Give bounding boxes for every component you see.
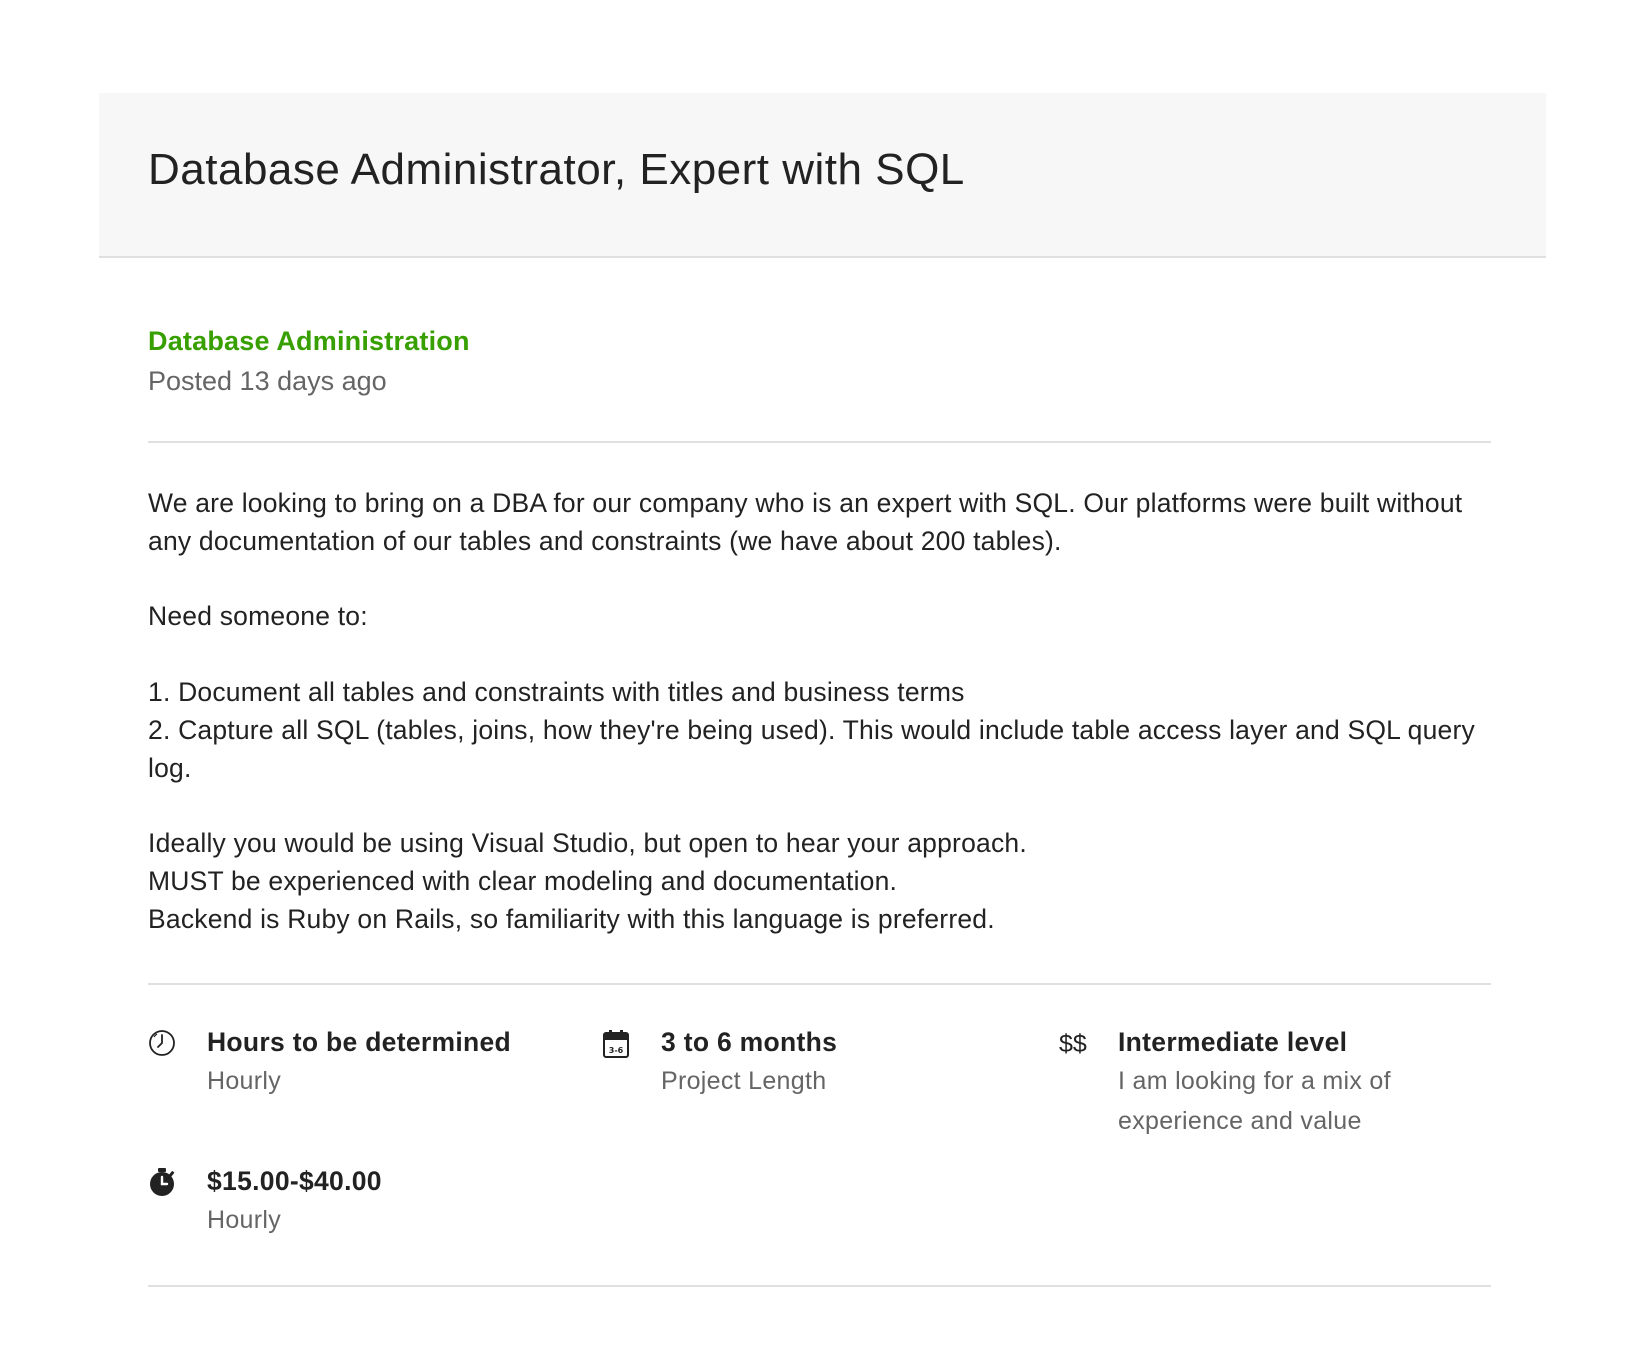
calendar-icon-label: 3-6 bbox=[609, 1046, 624, 1055]
job-content: Database Administration Posted 13 days a… bbox=[99, 324, 1546, 1287]
divider bbox=[148, 441, 1491, 443]
divider bbox=[148, 1284, 1491, 1287]
dollar-icon: $$ bbox=[1059, 1025, 1118, 1141]
job-details-card: Database Administrator, Expert with SQL … bbox=[99, 93, 1546, 1287]
feature-hours-sub: Hourly bbox=[207, 1066, 282, 1095]
job-description: We are looking to bring on a DBA for our… bbox=[148, 488, 1475, 934]
feature-rate-title: $15.00-$40.00 bbox=[207, 1165, 382, 1196]
clock-icon bbox=[148, 1025, 207, 1101]
stopwatch-icon bbox=[148, 1164, 207, 1240]
feature-level-title: Intermediate level bbox=[1118, 1026, 1348, 1057]
feature-length-sub: Project Length bbox=[661, 1066, 827, 1095]
posted-date: Posted 13 days ago bbox=[148, 366, 387, 396]
job-header: Database Administrator, Expert with SQL bbox=[99, 93, 1546, 258]
feature-length: 3-6 3 to 6 months Project Length bbox=[602, 1025, 837, 1101]
feature-hours-title: Hours to be determined bbox=[207, 1026, 512, 1057]
dollar-icon-label: $$ bbox=[1059, 1029, 1087, 1058]
feature-rate: $15.00-$40.00 Hourly bbox=[148, 1164, 382, 1240]
job-features: Hours to be determined Hourly 3-6 3 to 6… bbox=[148, 985, 1491, 1285]
feature-length-title: 3 to 6 months bbox=[661, 1026, 838, 1057]
feature-hours: Hours to be determined Hourly bbox=[148, 1025, 511, 1101]
calendar-icon: 3-6 bbox=[602, 1025, 661, 1101]
job-category-link[interactable]: Database Administration bbox=[148, 324, 1491, 358]
job-title: Database Administrator, Expert with SQL bbox=[148, 144, 965, 194]
feature-rate-sub: Hourly bbox=[207, 1205, 282, 1234]
feature-level: $$ Intermediate level I am looking for a… bbox=[1059, 1025, 1459, 1141]
feature-level-sub: I am looking for a mix of experience and… bbox=[1118, 1066, 1391, 1135]
